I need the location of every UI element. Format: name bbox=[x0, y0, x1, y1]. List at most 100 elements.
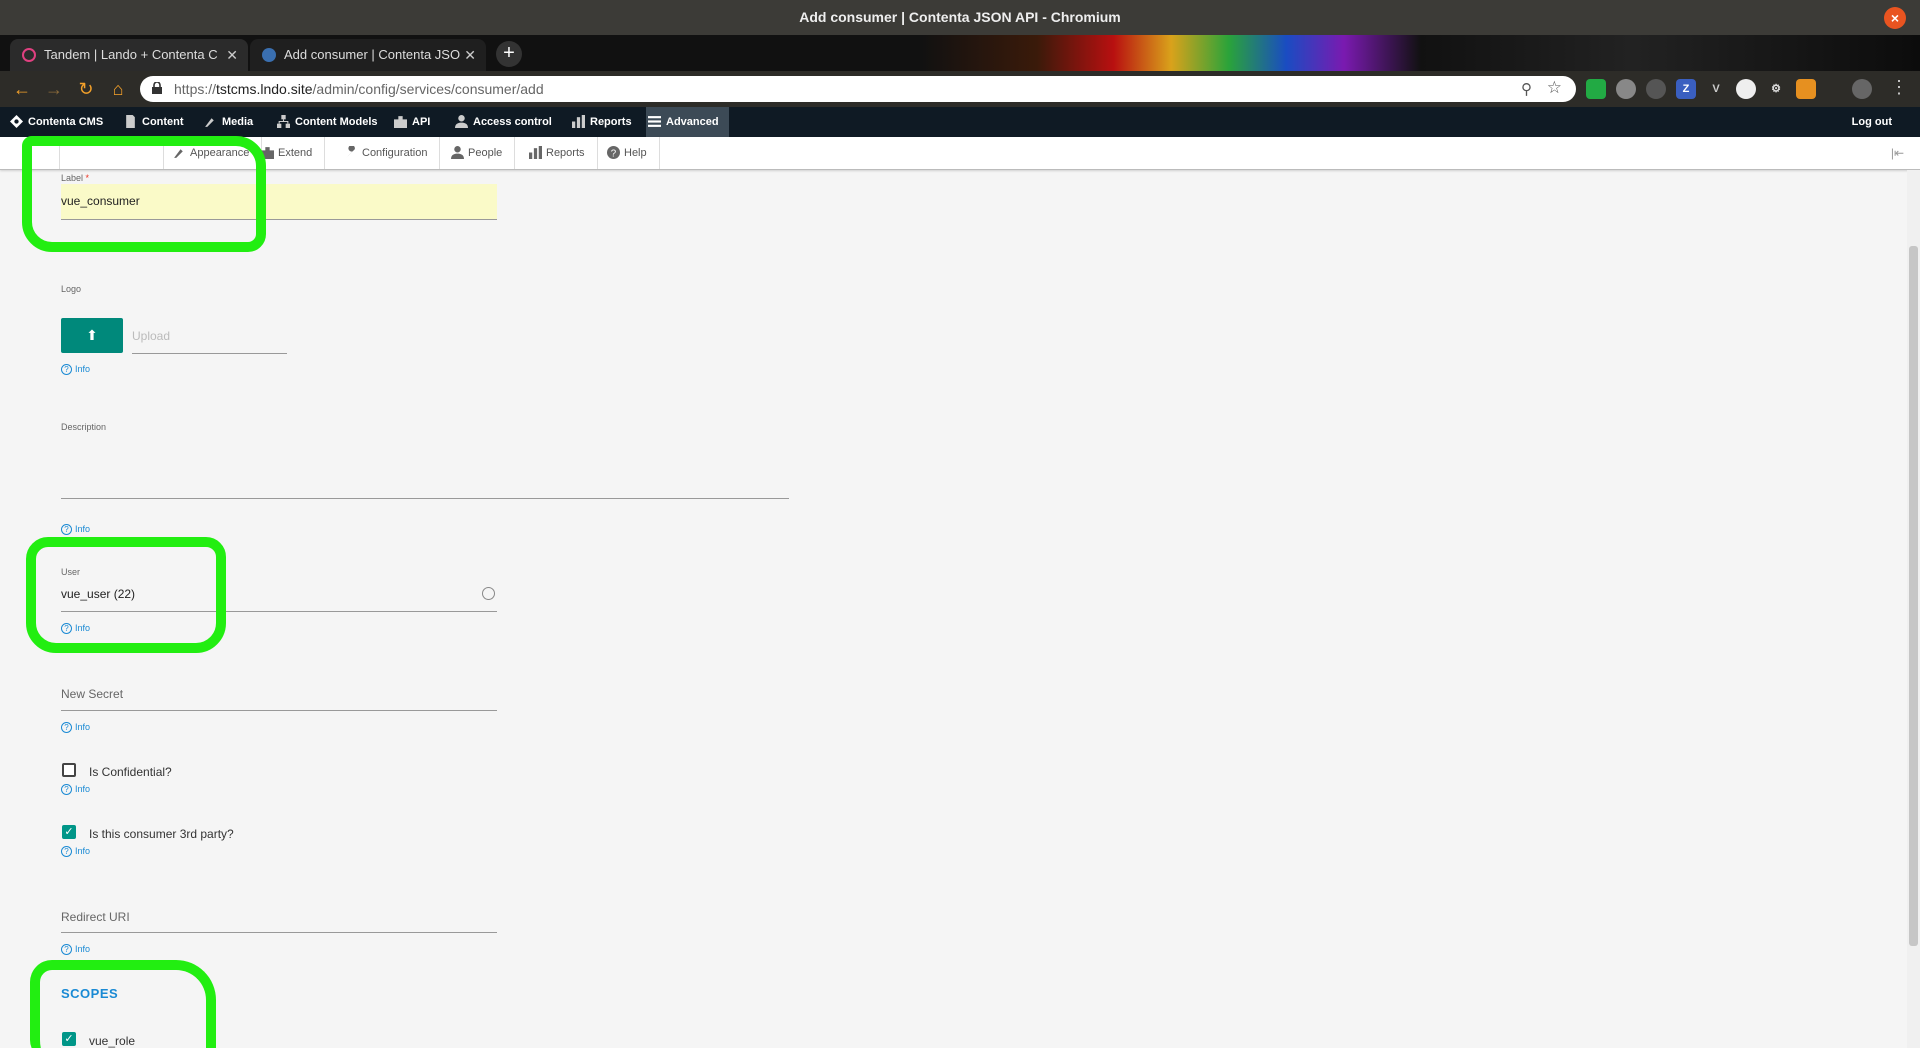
admin-item-label: Reports bbox=[590, 116, 632, 128]
is-confidential-checkbox[interactable] bbox=[62, 763, 76, 777]
admin-item-label: Access control bbox=[473, 116, 552, 128]
window-title: Add consumer | Contenta JSON API - Chrom… bbox=[799, 9, 1121, 25]
is-confidential-info-link[interactable]: ? Info bbox=[61, 784, 90, 796]
autocomplete-throbber-icon bbox=[482, 587, 495, 600]
upload-arrow-icon: ⬆ bbox=[86, 327, 98, 343]
browser-tab-tandem[interactable]: Tandem | Lando + Contenta C ✕ bbox=[10, 39, 248, 71]
hamburger-menu-icon bbox=[648, 116, 661, 127]
close-tab-icon[interactable]: ✕ bbox=[464, 39, 476, 71]
bookmark-star-icon[interactable]: ☆ bbox=[1547, 78, 1562, 98]
redirect-uri-input[interactable] bbox=[61, 932, 497, 933]
url-text: https://tstcms.lndo.site/admin/config/se… bbox=[174, 81, 544, 97]
tandem-favicon-icon bbox=[22, 48, 36, 62]
highlight-scopes bbox=[30, 960, 216, 1048]
redirect-uri-placeholder: Redirect URI bbox=[61, 910, 130, 924]
highlight-label-field bbox=[22, 136, 266, 252]
reload-icon[interactable]: ↻ bbox=[74, 77, 98, 101]
new-secret-input[interactable] bbox=[61, 710, 497, 711]
puzzle-icon bbox=[394, 116, 407, 128]
tray-collapse-icon[interactable]: |⇤ bbox=[1891, 146, 1904, 160]
upload-button[interactable]: ⬆ bbox=[61, 318, 123, 353]
admin-item-advanced[interactable]: Advanced bbox=[646, 107, 729, 137]
admin-item-media[interactable]: Media bbox=[202, 107, 253, 137]
new-secret-info-link[interactable]: ? Info bbox=[61, 722, 90, 734]
admin-toolbar: Contenta CMS Content Media Content Model… bbox=[0, 107, 1920, 137]
admin-item-reports[interactable]: Reports bbox=[570, 107, 632, 137]
extension-settings-icon[interactable]: ⚙ bbox=[1766, 79, 1786, 99]
extension-gear-icon[interactable] bbox=[1646, 79, 1666, 99]
info-icon: ? bbox=[61, 944, 72, 956]
back-arrow-icon[interactable]: ← bbox=[10, 77, 34, 101]
third-party-info-link[interactable]: ? Info bbox=[61, 846, 90, 858]
help-icon: ? bbox=[607, 146, 620, 159]
upload-placeholder: Upload bbox=[132, 329, 171, 343]
profile-avatar-icon[interactable] bbox=[1852, 79, 1872, 99]
person-icon bbox=[455, 115, 468, 128]
hierarchy-icon bbox=[277, 115, 290, 128]
info-icon: ? bbox=[61, 784, 72, 796]
bar-chart-icon bbox=[572, 115, 585, 128]
person-icon bbox=[451, 146, 464, 159]
info-icon: ? bbox=[61, 722, 72, 734]
admin-item-content[interactable]: Content bbox=[122, 107, 184, 137]
close-tab-icon[interactable]: ✕ bbox=[226, 39, 238, 71]
admin-item-contenta-cms[interactable]: Contenta CMS bbox=[8, 107, 103, 137]
lock-icon bbox=[152, 82, 162, 94]
new-tab-button[interactable]: + bbox=[496, 41, 522, 67]
home-icon[interactable]: ⌂ bbox=[106, 77, 130, 101]
browser-menu-icon[interactable]: ⋮ bbox=[1890, 77, 1908, 98]
tray-item-reports[interactable]: Reports bbox=[526, 137, 598, 169]
info-icon: ? bbox=[61, 524, 72, 536]
window-close-button[interactable]: × bbox=[1884, 7, 1906, 29]
extension-circle-icon[interactable] bbox=[1616, 79, 1636, 99]
logout-link[interactable]: Log out bbox=[1852, 107, 1892, 137]
info-icon: ? bbox=[61, 364, 72, 376]
browser-toolbar: ← → ↻ ⌂ https://tstcms.lndo.site/admin/c… bbox=[0, 71, 1920, 107]
tray-item-extend[interactable]: Extend bbox=[258, 137, 326, 169]
upload-field[interactable] bbox=[132, 353, 287, 354]
admin-item-label: Content bbox=[142, 116, 184, 128]
tray-item-label: People bbox=[468, 147, 503, 159]
address-bar[interactable]: https://tstcms.lndo.site/admin/config/se… bbox=[140, 76, 1576, 102]
description-info-link[interactable]: ? Info bbox=[61, 524, 90, 536]
tray-item-help[interactable]: ? Help bbox=[604, 137, 660, 169]
extension-green-icon[interactable] bbox=[1586, 79, 1606, 99]
admin-item-label: Media bbox=[222, 116, 254, 128]
document-icon bbox=[126, 115, 135, 128]
admin-item-api[interactable]: API bbox=[392, 107, 430, 137]
extension-white-circle-icon[interactable] bbox=[1736, 79, 1756, 99]
third-party-checkbox[interactable]: ✓ bbox=[62, 825, 76, 839]
logo-label: Logo bbox=[61, 284, 82, 294]
zoom-icon[interactable]: ⚲ bbox=[1521, 80, 1532, 98]
admin-item-access-control[interactable]: Access control bbox=[453, 107, 552, 137]
tab-strip: Tandem | Lando + Contenta C ✕ Add consum… bbox=[0, 35, 1920, 71]
is-confidential-label: Is Confidential? bbox=[89, 765, 172, 779]
redirect-uri-info-link[interactable]: ? Info bbox=[61, 944, 90, 956]
wrench-icon bbox=[346, 146, 355, 158]
contenta-favicon-icon bbox=[262, 48, 276, 62]
forward-arrow-icon[interactable]: → bbox=[42, 77, 66, 101]
admin-item-label: Contenta CMS bbox=[28, 116, 104, 128]
tray-item-configuration[interactable]: Configuration bbox=[342, 137, 441, 169]
new-secret-placeholder: New Secret bbox=[61, 687, 124, 701]
admin-item-label: Advanced bbox=[666, 116, 719, 128]
highlight-user-field bbox=[26, 537, 226, 653]
info-icon: ? bbox=[61, 846, 72, 858]
admin-item-label: API bbox=[412, 116, 431, 128]
admin-item-content-models[interactable]: Content Models bbox=[275, 107, 378, 137]
tab-title: Add consumer | Contenta JSO bbox=[284, 47, 461, 62]
svg-text:?: ? bbox=[611, 148, 617, 159]
extension-v-icon[interactable]: V bbox=[1706, 79, 1726, 99]
scrollbar-thumb[interactable] bbox=[1909, 246, 1918, 946]
tray-item-label: Reports bbox=[546, 147, 585, 159]
checkmark-icon: ✓ bbox=[64, 826, 74, 838]
description-textarea[interactable] bbox=[61, 498, 789, 499]
tray-item-label: Configuration bbox=[362, 147, 428, 159]
description-label: Description bbox=[61, 422, 107, 432]
browser-tab-add-consumer[interactable]: Add consumer | Contenta JSO ✕ bbox=[250, 39, 486, 71]
extension-z-icon[interactable]: Z bbox=[1676, 79, 1696, 99]
admin-tray: Appearance Extend Configuration People R… bbox=[0, 137, 1920, 170]
tray-item-people[interactable]: People bbox=[448, 137, 516, 169]
logo-info-link[interactable]: ? Info bbox=[61, 364, 90, 376]
extension-download-icon[interactable] bbox=[1796, 79, 1816, 99]
